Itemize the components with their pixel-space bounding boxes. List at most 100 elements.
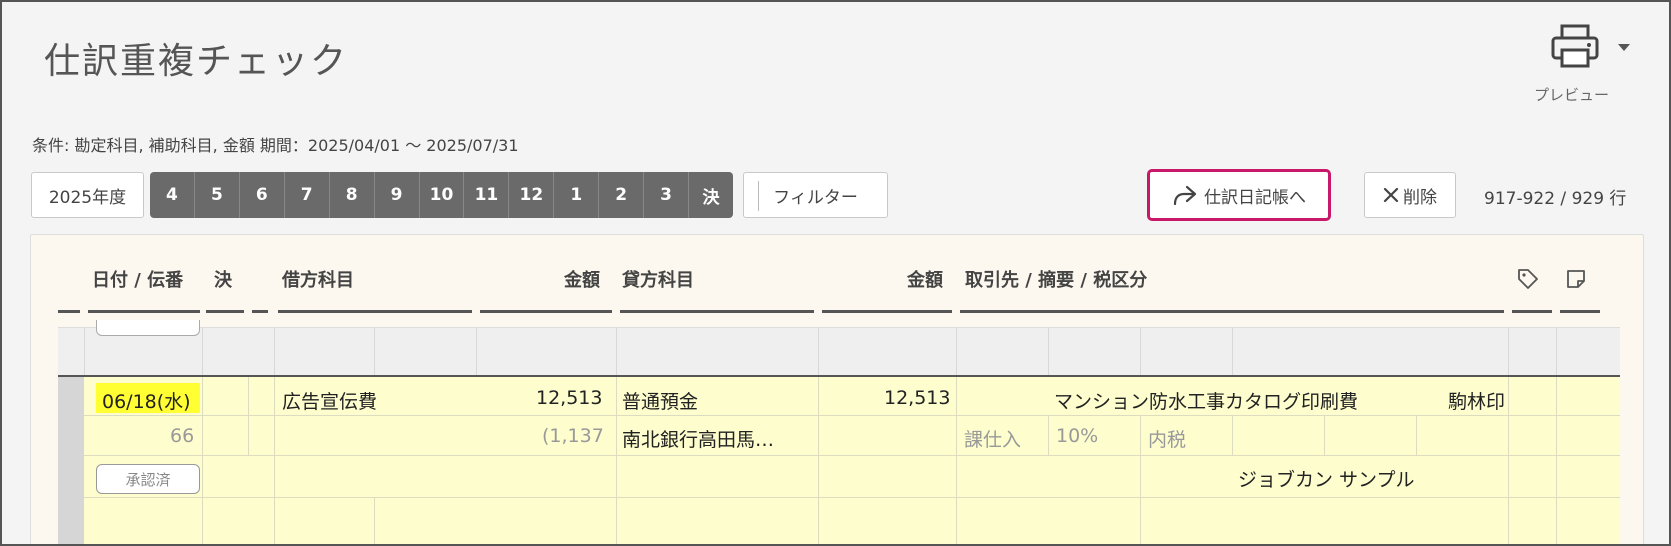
grid-divider <box>84 328 85 376</box>
entry-date: 06/18(水) <box>102 391 191 413</box>
grid-divider <box>818 328 819 376</box>
credit-account: 普通預金 <box>622 391 699 413</box>
tax-category: 課仕入 <box>964 429 1022 451</box>
grid-divider <box>1508 377 1509 544</box>
grid-divider <box>274 328 275 376</box>
grid-divider <box>1508 328 1509 376</box>
grid-divider <box>202 377 203 544</box>
grid-divider <box>84 497 1620 498</box>
credit-amount: 12,513 <box>884 387 951 409</box>
filter-button[interactable]: フィルター <box>743 172 888 218</box>
grid-divider <box>84 455 1620 456</box>
grid-divider <box>1048 415 1049 455</box>
month-tab-3[interactable]: 3 <box>644 172 690 218</box>
preview-menu[interactable]: プレビュー <box>1522 22 1632 104</box>
note-icon[interactable] <box>1565 268 1587 290</box>
grid-divider <box>374 328 375 376</box>
previous-entry-row <box>58 320 1620 376</box>
grid-divider <box>818 377 819 544</box>
search-conditions: 条件: 勘定科目, 補助科目, 金額 期間：2025/04/01 ～ 2025/… <box>32 136 519 155</box>
creator-name: ジョブカン サンプル <box>1238 469 1415 491</box>
tax-rate: 10% <box>1056 425 1099 447</box>
grid-divider <box>476 328 477 376</box>
delete-label: 削除 <box>1403 187 1437 208</box>
debit-amount: 12,513 <box>536 387 603 409</box>
column-header-settle[interactable]: 決 <box>214 266 232 292</box>
close-icon <box>1383 187 1399 203</box>
grid-divider <box>1416 415 1417 455</box>
grid-divider <box>84 415 1620 416</box>
journal-book-button[interactable]: 仕訳日記帳へ <box>1147 169 1331 221</box>
status-badge: 承認済 <box>96 464 200 494</box>
header-divider <box>1560 310 1600 313</box>
month-tab-5[interactable]: 5 <box>195 172 240 218</box>
fiscal-year-button[interactable]: 2025年度 <box>31 172 144 218</box>
page-title: 仕訳重複チェック <box>44 41 349 82</box>
tax-type: 内税 <box>1148 429 1187 451</box>
tag-icon[interactable] <box>1517 268 1539 290</box>
header-divider <box>480 310 612 313</box>
filter-label: フィルター <box>773 187 858 208</box>
month-selector: 4 5 6 7 8 9 10 11 12 1 2 3 決 <box>150 172 733 218</box>
grid-divider <box>248 377 249 455</box>
partner-name: 駒林印 <box>1448 391 1506 413</box>
entry-memo: マンション防水工事カタログ印刷費 <box>1054 391 1359 413</box>
journal-grid: 06/18(水) 66 承認済 広告宣伝費 12,513 (1,137 普通預金… <box>58 320 1620 544</box>
column-header-date-slip[interactable]: 日付 / 伝番 <box>92 266 183 292</box>
previous-entry-badge <box>96 320 200 336</box>
month-tab-6[interactable]: 6 <box>240 172 285 218</box>
chevron-down-icon[interactable] <box>1618 44 1630 51</box>
journal-book-label: 仕訳日記帳へ <box>1204 187 1306 208</box>
grid-divider <box>1232 415 1233 455</box>
header-divider <box>88 310 200 313</box>
grid-divider <box>202 328 203 376</box>
month-tab-settlement[interactable]: 決 <box>689 172 733 218</box>
header-divider <box>278 310 472 313</box>
header-divider <box>252 310 268 313</box>
month-tab-11[interactable]: 11 <box>464 172 510 218</box>
grid-divider <box>1048 328 1049 376</box>
month-tab-7[interactable]: 7 <box>285 172 330 218</box>
share-arrow-icon <box>1173 185 1197 206</box>
app-window: 仕訳重複チェック プレビュー 条件: 勘定科目, 補助科目, 金額 期間：202… <box>0 0 1671 546</box>
delete-button[interactable]: 削除 <box>1364 172 1456 218</box>
month-tab-2[interactable]: 2 <box>599 172 645 218</box>
grid-divider <box>374 497 375 544</box>
debit-tax-amount: (1,137 <box>542 425 604 447</box>
header-divider <box>206 310 244 313</box>
column-header-debit-amount[interactable]: 金額 <box>564 266 600 292</box>
grid-divider <box>1556 377 1557 544</box>
journal-entry-row[interactable]: 06/18(水) 66 承認済 広告宣伝費 12,513 (1,137 普通預金… <box>58 377 1620 544</box>
header-divider <box>58 310 80 313</box>
column-header-credit-amount[interactable]: 金額 <box>907 266 943 292</box>
column-header-partner-memo-tax[interactable]: 取引先 / 摘要 / 税区分 <box>965 266 1147 292</box>
grid-divider <box>1324 415 1325 455</box>
grid-divider <box>616 377 617 544</box>
grid-divider <box>1140 328 1141 376</box>
month-tab-4[interactable]: 4 <box>150 172 195 218</box>
month-tab-12[interactable]: 12 <box>509 172 555 218</box>
row-selector[interactable] <box>58 377 84 544</box>
month-tab-8[interactable]: 8 <box>330 172 375 218</box>
column-header-debit-account[interactable]: 借方科目 <box>282 266 354 292</box>
credit-sub-account: 南北銀行高田馬… <box>622 429 775 451</box>
month-tab-1[interactable]: 1 <box>554 172 600 218</box>
grid-divider <box>1140 415 1141 544</box>
header-divider <box>822 310 952 313</box>
preview-label: プレビュー <box>1534 86 1610 104</box>
month-tab-9[interactable]: 9 <box>375 172 420 218</box>
month-tab-10[interactable]: 10 <box>420 172 465 218</box>
grid-divider <box>1556 328 1557 376</box>
grid-divider <box>274 377 275 544</box>
header-divider <box>960 310 1504 313</box>
slip-number: 66 <box>170 425 195 447</box>
grid-divider <box>616 328 617 376</box>
grid-divider <box>1232 328 1233 376</box>
header-divider <box>620 310 814 313</box>
printer-icon[interactable] <box>1550 24 1600 70</box>
grid-divider <box>956 377 957 544</box>
row-count: 917-922 / 929 行 <box>1484 189 1627 209</box>
column-header-credit-account[interactable]: 貸方科目 <box>622 266 694 292</box>
grid-divider <box>956 328 957 376</box>
header-divider <box>1512 310 1552 313</box>
